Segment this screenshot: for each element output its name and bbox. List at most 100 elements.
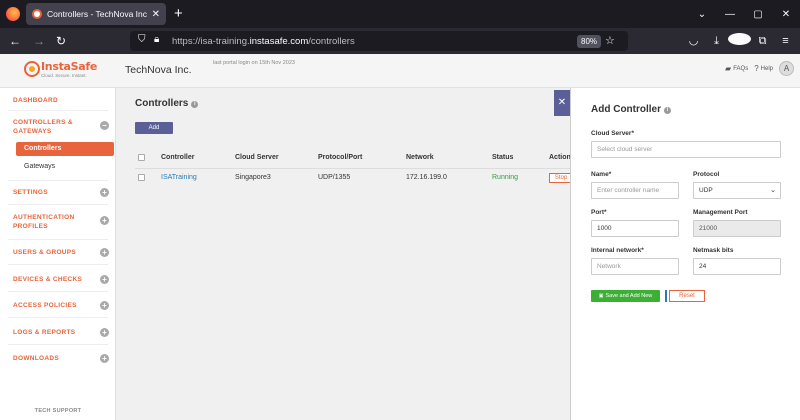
cloud-server-label: Cloud Server* [591,130,634,137]
browser-tab-bar: Controllers - TechNova Inc. | Ins ✕ + ⌄ … [0,0,800,28]
sidebar-item-label: SETTINGS [13,189,48,196]
expand-icon[interactable]: + [100,328,109,337]
sidebar-divider [8,291,108,292]
sidebar-divider [8,180,108,181]
maximize-button[interactable]: ▢ [744,9,772,20]
netmask-bits-label: Netmask bits [693,247,734,254]
sidebar-item-label: AUTHENTICATION PROFILES [13,214,75,230]
netmask-bits-field[interactable]: 24 [693,258,781,275]
header-help-area: ▰ FAQs ? Help A [725,61,794,76]
browser-tab[interactable]: Controllers - TechNova Inc. | Ins ✕ [26,3,166,25]
controllers-table: Controller Cloud Server Protocol/Port Ne… [135,150,573,189]
tab-close-icon[interactable]: ✕ [152,9,160,20]
sidebar-subitem-gateways[interactable]: Gateways [16,160,114,174]
tech-support-link[interactable]: TECH SUPPORT [0,408,116,414]
main-content: Controllers i Add Controller Cloud Server… [120,88,573,420]
protocol-select[interactable]: UDP ⌄ [693,182,781,199]
select-all-checkbox[interactable] [138,154,145,161]
cloud-server-cell: Singapore3 [235,174,271,181]
column-header-status[interactable]: Status [492,150,513,166]
expand-icon[interactable]: + [100,301,109,310]
toolbar-icons: ◡ ⤓ S ⧉ ≡ [682,33,797,49]
sidebar-item-label: DOWNLOADS [13,355,60,362]
info-icon[interactable]: i [191,101,199,108]
add-button[interactable]: Add [135,122,173,134]
pocket-icon[interactable]: ◡ [682,33,705,49]
port-field[interactable]: 1000 [591,220,679,237]
management-port-label: Management Port [693,209,748,216]
extensions-icon[interactable]: ⧉ [751,33,774,49]
zoom-level-badge[interactable]: 80% [577,35,602,48]
downloads-icon[interactable]: ⤓ [705,33,728,49]
expand-icon[interactable]: + [100,216,109,225]
back-icon[interactable]: ← [9,33,21,49]
sidebar-divider [8,264,108,265]
internal-network-field[interactable]: Network [591,258,679,275]
status-cell: Running [492,174,519,181]
controller-name-link[interactable]: ISATraining [161,170,197,186]
add-controller-panel: Add Controller i Cloud Server* Select clo… [570,88,800,420]
window-controls: ⌄ — ▢ ✕ [688,0,800,28]
help-label: Help [760,65,773,72]
new-tab-button[interactable]: + [174,5,183,23]
expand-icon[interactable]: + [100,188,109,197]
name-field[interactable]: Enter controller name [591,182,679,199]
sidebar-item-label: USERS & GROUPS [13,249,77,256]
close-window-button[interactable]: ✕ [772,9,800,20]
table-header-row: Controller Cloud Server Protocol/Port Ne… [135,150,571,169]
save-and-add-new-button[interactable]: ▣ Save and Add New [591,290,660,302]
focus-divider [665,290,667,302]
sidebar-divider [8,204,108,205]
info-icon[interactable]: i [664,107,671,114]
sidebar-item-label: DEVICES & CHECKS [13,276,83,283]
minimize-button[interactable]: — [716,9,744,20]
chevron-down-icon: ⌄ [770,187,776,194]
firefox-logo-icon[interactable] [6,7,20,21]
floppy-disk-icon: ▣ [598,293,604,299]
list-tabs-icon[interactable]: ⌄ [688,9,716,20]
url-path: /controllers [308,36,355,47]
row-checkbox[interactable] [138,174,145,181]
expand-icon[interactable]: + [100,248,109,257]
management-port-field: 21000 [693,220,781,237]
reset-button[interactable]: Reset [669,290,705,302]
app-header: InstaSafe Cloud. Secure. Instant. TechNo… [0,54,800,88]
expand-icon[interactable]: + [100,354,109,363]
column-header-controller[interactable]: Controller [161,150,194,166]
port-label: Port* [591,209,607,216]
reload-icon[interactable]: ↻ [56,33,66,49]
browser-nav-bar: ← → ↻ ⛉ 🔒︎ https://isa-training.instasaf… [0,28,800,54]
expand-icon[interactable]: + [100,275,109,284]
profile-icon[interactable]: S [728,33,751,49]
sidebar-subitem-controllers[interactable]: Controllers [16,142,114,156]
faqs-link[interactable]: ▰ FAQs [725,64,748,73]
bookmark-star-icon[interactable]: ☆ [605,34,615,47]
logo-mark-icon [24,61,40,77]
menu-icon[interactable]: ≡ [774,33,797,49]
instasafe-logo[interactable]: InstaSafe Cloud. Secure. Instant. [24,60,97,82]
sidebar-item-label: ACCESS POLICIES [13,302,77,309]
forward-icon[interactable]: → [33,33,45,49]
collapse-icon[interactable]: − [100,121,109,130]
column-header-network[interactable]: Network [406,150,434,166]
logo-text: InstaSafe [41,60,98,73]
panel-close-button[interactable]: ✕ [554,90,570,116]
table-row: ISATraining Singapore3 UDP/1355 172.16.1… [135,170,573,189]
column-header-protocol-port[interactable]: Protocol/Port [318,150,362,166]
avatar[interactable]: A [779,61,794,76]
url-bar[interactable]: ⛉ 🔒︎ https://isa-training.instasafe.com/… [130,31,628,51]
lock-icon[interactable]: 🔒︎ [154,34,159,45]
tracking-shield-icon[interactable]: ⛉ [138,34,146,45]
help-link[interactable]: ? Help [754,64,773,73]
network-cell: 172.16.199.0 [406,174,447,181]
page-title-text: Controllers [135,98,189,109]
cloud-server-select[interactable]: Select cloud server [591,141,781,158]
column-header-cloud-server[interactable]: Cloud Server [235,150,279,166]
protocol-port-cell: UDP/1355 [318,174,351,181]
panel-title: Add Controller i [591,104,671,115]
org-name: TechNova Inc. [125,64,192,76]
url-text[interactable]: https://isa-training.instasafe.com/contr… [172,36,355,47]
column-header-action: Action [549,154,571,161]
sidebar-item-label: CONTROLLERS & GATEWAYS [13,119,73,135]
chat-icon: ▰ [725,64,732,73]
